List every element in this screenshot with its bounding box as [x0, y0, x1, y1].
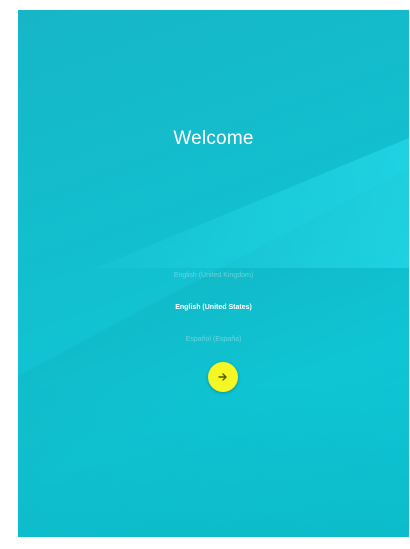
- language-picker[interactable]: English (United Kingdom) English (United…: [18, 260, 409, 356]
- next-button[interactable]: [208, 362, 238, 392]
- welcome-screen: Welcome English (United Kingdom) English…: [18, 10, 409, 537]
- background-diagonal-panel: [96, 138, 409, 268]
- language-option-es-es[interactable]: Español (España): [18, 324, 409, 356]
- arrow-right-icon: [218, 373, 227, 381]
- language-option-en-us[interactable]: English (United States): [18, 292, 409, 324]
- device-frame: Welcome English (United Kingdom) English…: [0, 0, 410, 549]
- welcome-title: Welcome: [173, 128, 254, 149]
- language-option-en-gb[interactable]: English (United Kingdom): [18, 260, 409, 292]
